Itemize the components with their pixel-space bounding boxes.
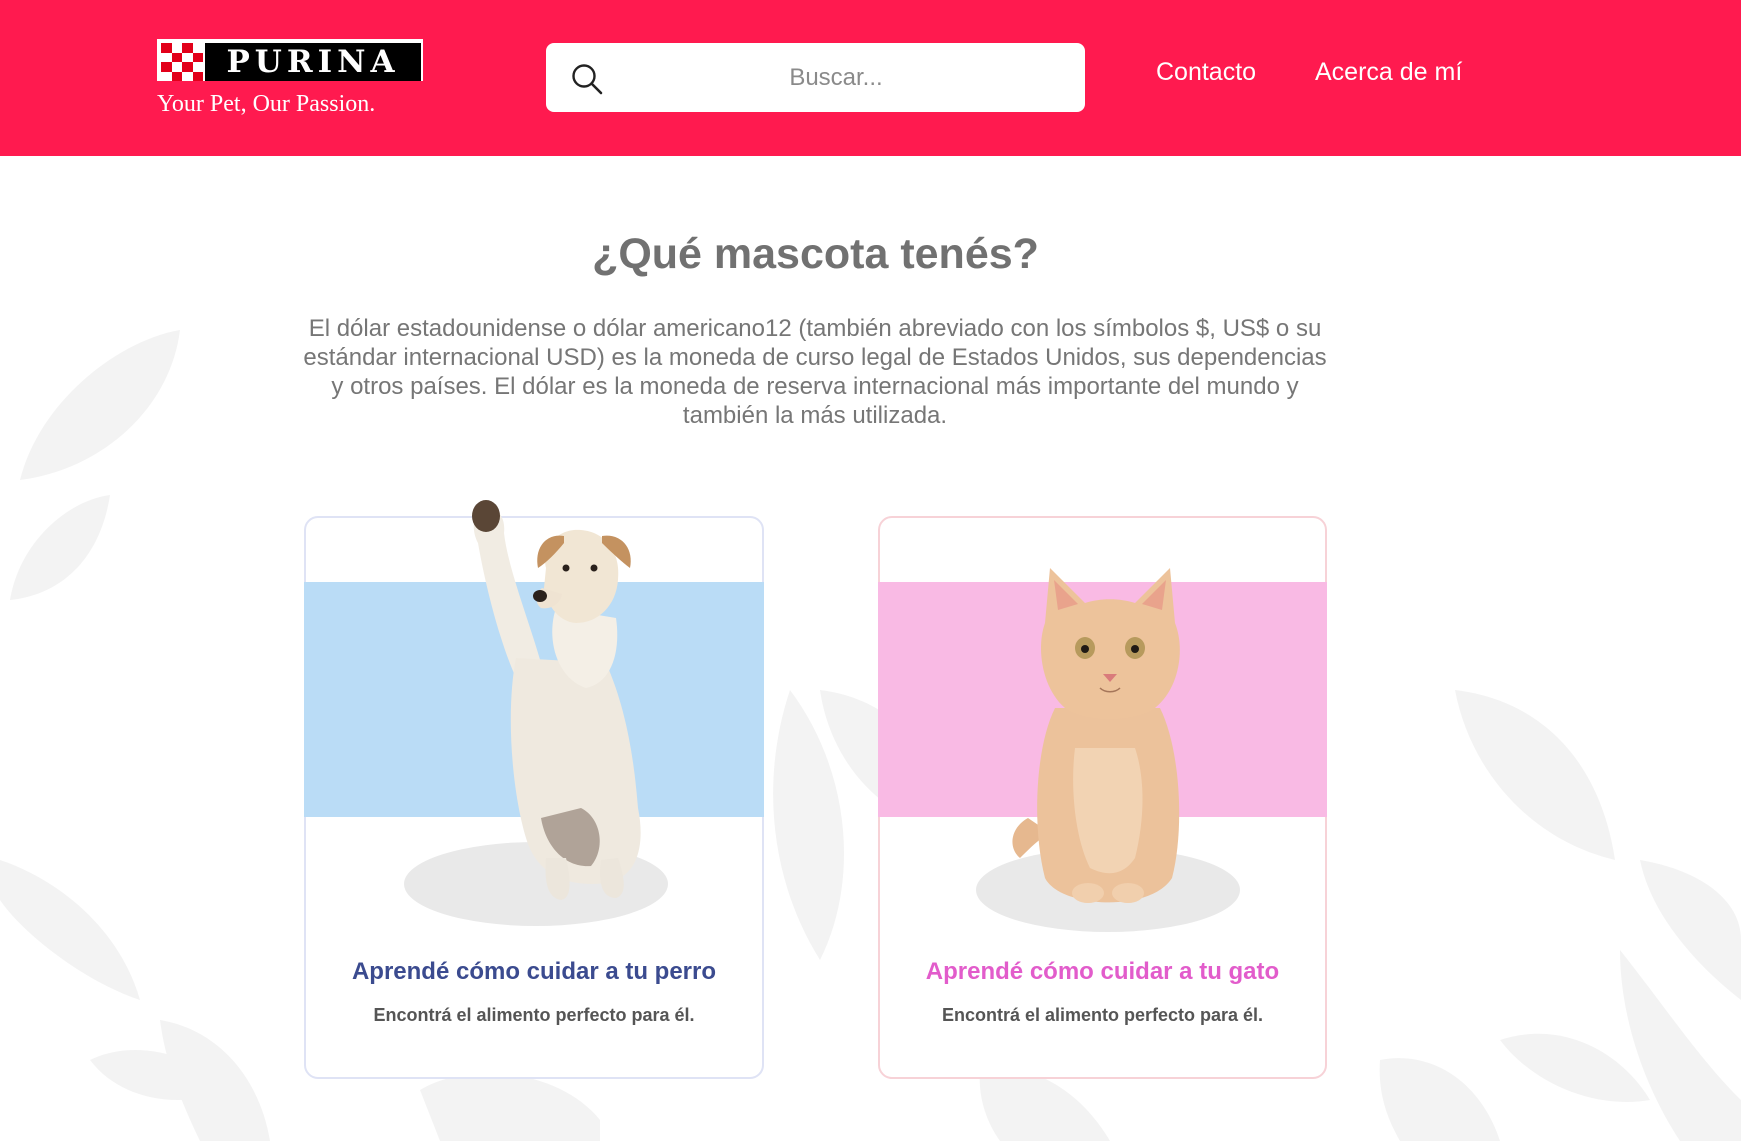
nav-about-link[interactable]: Acerca de mí: [1315, 58, 1462, 87]
cat-card-title[interactable]: Aprendé cómo cuidar a tu gato: [880, 958, 1325, 986]
search-box: [546, 43, 1085, 112]
dog-card[interactable]: Aprendé cómo cuidar a tu perro Encontrá …: [304, 500, 764, 1079]
dog-card-title[interactable]: Aprendé cómo cuidar a tu perro: [306, 958, 762, 986]
logo-badge: PURINA: [157, 39, 423, 81]
page-title: ¿Qué mascota tenés?: [592, 230, 1039, 278]
checkerboard-icon: [161, 43, 203, 81]
logo-tagline: Your Pet, Our Passion.: [157, 91, 376, 117]
background-leaf-pattern: [0, 0, 1741, 1141]
intro-paragraph: El dólar estadounidense o dólar american…: [303, 315, 1327, 429]
cat-card-subtitle: Encontrá el alimento perfecto para él.: [941, 1005, 1264, 1025]
purina-logo[interactable]: PURINA Your Pet, Our Passion.: [157, 39, 425, 121]
nav-contacto-link[interactable]: Contacto: [1156, 58, 1256, 87]
logo-wordmark: PURINA: [205, 43, 421, 81]
site-header: PURINA Your Pet, Our Passion. Contacto A…: [0, 0, 1741, 156]
search-icon[interactable]: [570, 62, 604, 96]
cat-card[interactable]: Aprendé cómo cuidar a tu gato Encontrá e…: [878, 516, 1327, 1079]
search-input[interactable]: [616, 43, 1056, 112]
cat-image: [1012, 568, 1180, 903]
dog-card-subtitle: Encontrá el alimento perfecto para él.: [373, 1005, 695, 1025]
dog-image: [472, 500, 641, 900]
